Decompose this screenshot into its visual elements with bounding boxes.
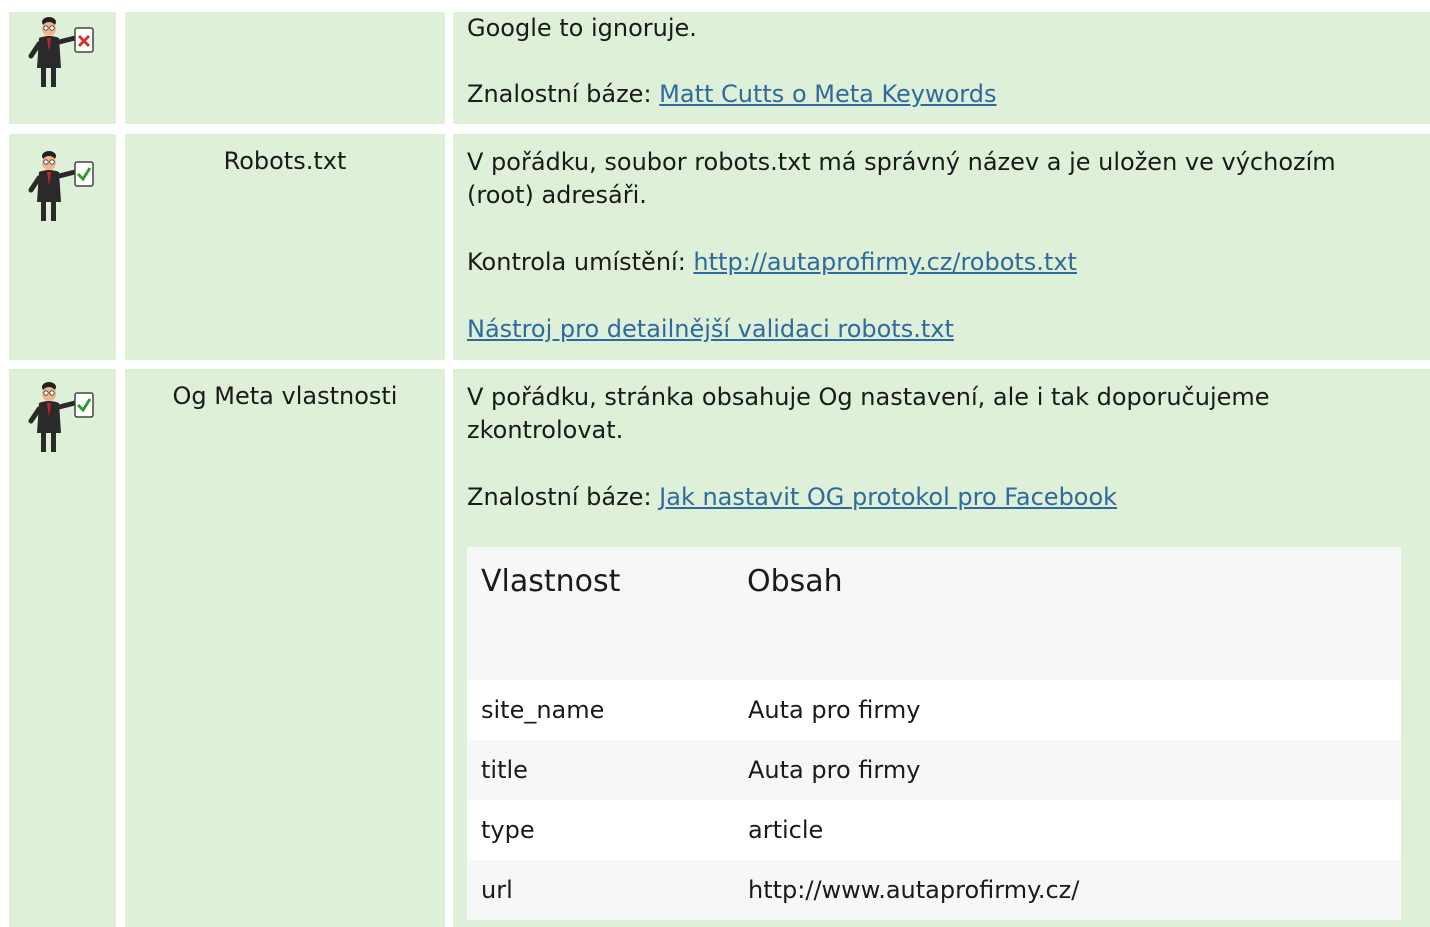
businessman-ok-icon xyxy=(23,146,103,230)
detail-text: Google to ignoruje. xyxy=(467,14,697,42)
location-check-label: Kontrola umístění: xyxy=(467,248,694,276)
status-cell xyxy=(9,134,116,360)
robots-validator-link[interactable]: Nástroj pro detailnější validaci robots.… xyxy=(467,315,954,343)
og-table-header: Vlastnost Obsah xyxy=(467,547,1401,680)
og-header-content: Obsah xyxy=(747,564,843,599)
businessman-ok-icon xyxy=(23,377,103,461)
result-row-robots: Robots.txt V pořádku, soubor robots.txt … xyxy=(9,134,1430,360)
result-row-meta-keywords: Google to ignoruje. Znalostní báze: Matt… xyxy=(9,0,1430,124)
knowledge-base-label: Znalostní báze: xyxy=(467,483,660,511)
knowledge-base-line: Znalostní báze: Matt Cutts o Meta Keywor… xyxy=(467,78,996,111)
og-property: url xyxy=(481,875,513,904)
og-property: type xyxy=(481,815,535,844)
og-value: Auta pro firmy xyxy=(748,695,921,724)
check-name-cell xyxy=(125,12,445,124)
og-header-property: Vlastnost xyxy=(481,564,621,599)
table-row: site_name Auta pro firmy xyxy=(467,680,1401,740)
knowledge-base-label: Znalostní báze: xyxy=(467,80,660,108)
table-row: title Auta pro firmy xyxy=(467,740,1401,800)
og-property: site_name xyxy=(481,695,605,724)
og-value: article xyxy=(748,815,824,844)
robots-url-link[interactable]: http://autaprofirmy.cz/robots.txt xyxy=(693,248,1077,276)
og-value: http://www.autaprofirmy.cz/ xyxy=(748,875,1080,904)
check-name-cell: Robots.txt xyxy=(125,134,445,360)
detail-text: V pořádku, soubor robots.txt má správný … xyxy=(467,148,1336,209)
check-name: Og Meta vlastnosti xyxy=(172,382,398,410)
location-check-line: Kontrola umístění: http://autaprofirmy.c… xyxy=(467,246,1077,279)
businessman-fail-icon xyxy=(23,12,103,96)
knowledge-base-link[interactable]: Matt Cutts o Meta Keywords xyxy=(659,80,996,108)
check-detail-cell: V pořádku, stránka obsahuje Og nastavení… xyxy=(453,369,1430,927)
og-table: site_name Auta pro firmy title Auta pro … xyxy=(467,680,1401,920)
check-detail-cell: Google to ignoruje. Znalostní báze: Matt… xyxy=(453,12,1430,124)
table-row: url http://www.autaprofirmy.cz/ xyxy=(467,860,1401,920)
og-value: Auta pro firmy xyxy=(748,755,921,784)
check-name-cell: Og Meta vlastnosti xyxy=(125,369,445,927)
check-name: Robots.txt xyxy=(223,147,347,175)
status-cell xyxy=(9,369,116,927)
check-detail-cell: V pořádku, soubor robots.txt má správný … xyxy=(453,134,1430,360)
status-cell xyxy=(9,12,116,124)
og-property: title xyxy=(481,755,528,784)
table-row: type article xyxy=(467,800,1401,860)
knowledge-base-line: Znalostní báze: Jak nastavit OG protokol… xyxy=(467,481,1117,514)
detail-text: V pořádku, stránka obsahuje Og nastavení… xyxy=(467,383,1270,444)
result-row-og-meta: Og Meta vlastnosti V pořádku, stránka ob… xyxy=(9,369,1430,927)
knowledge-base-link[interactable]: Jak nastavit OG protokol pro Facebook xyxy=(659,483,1117,511)
